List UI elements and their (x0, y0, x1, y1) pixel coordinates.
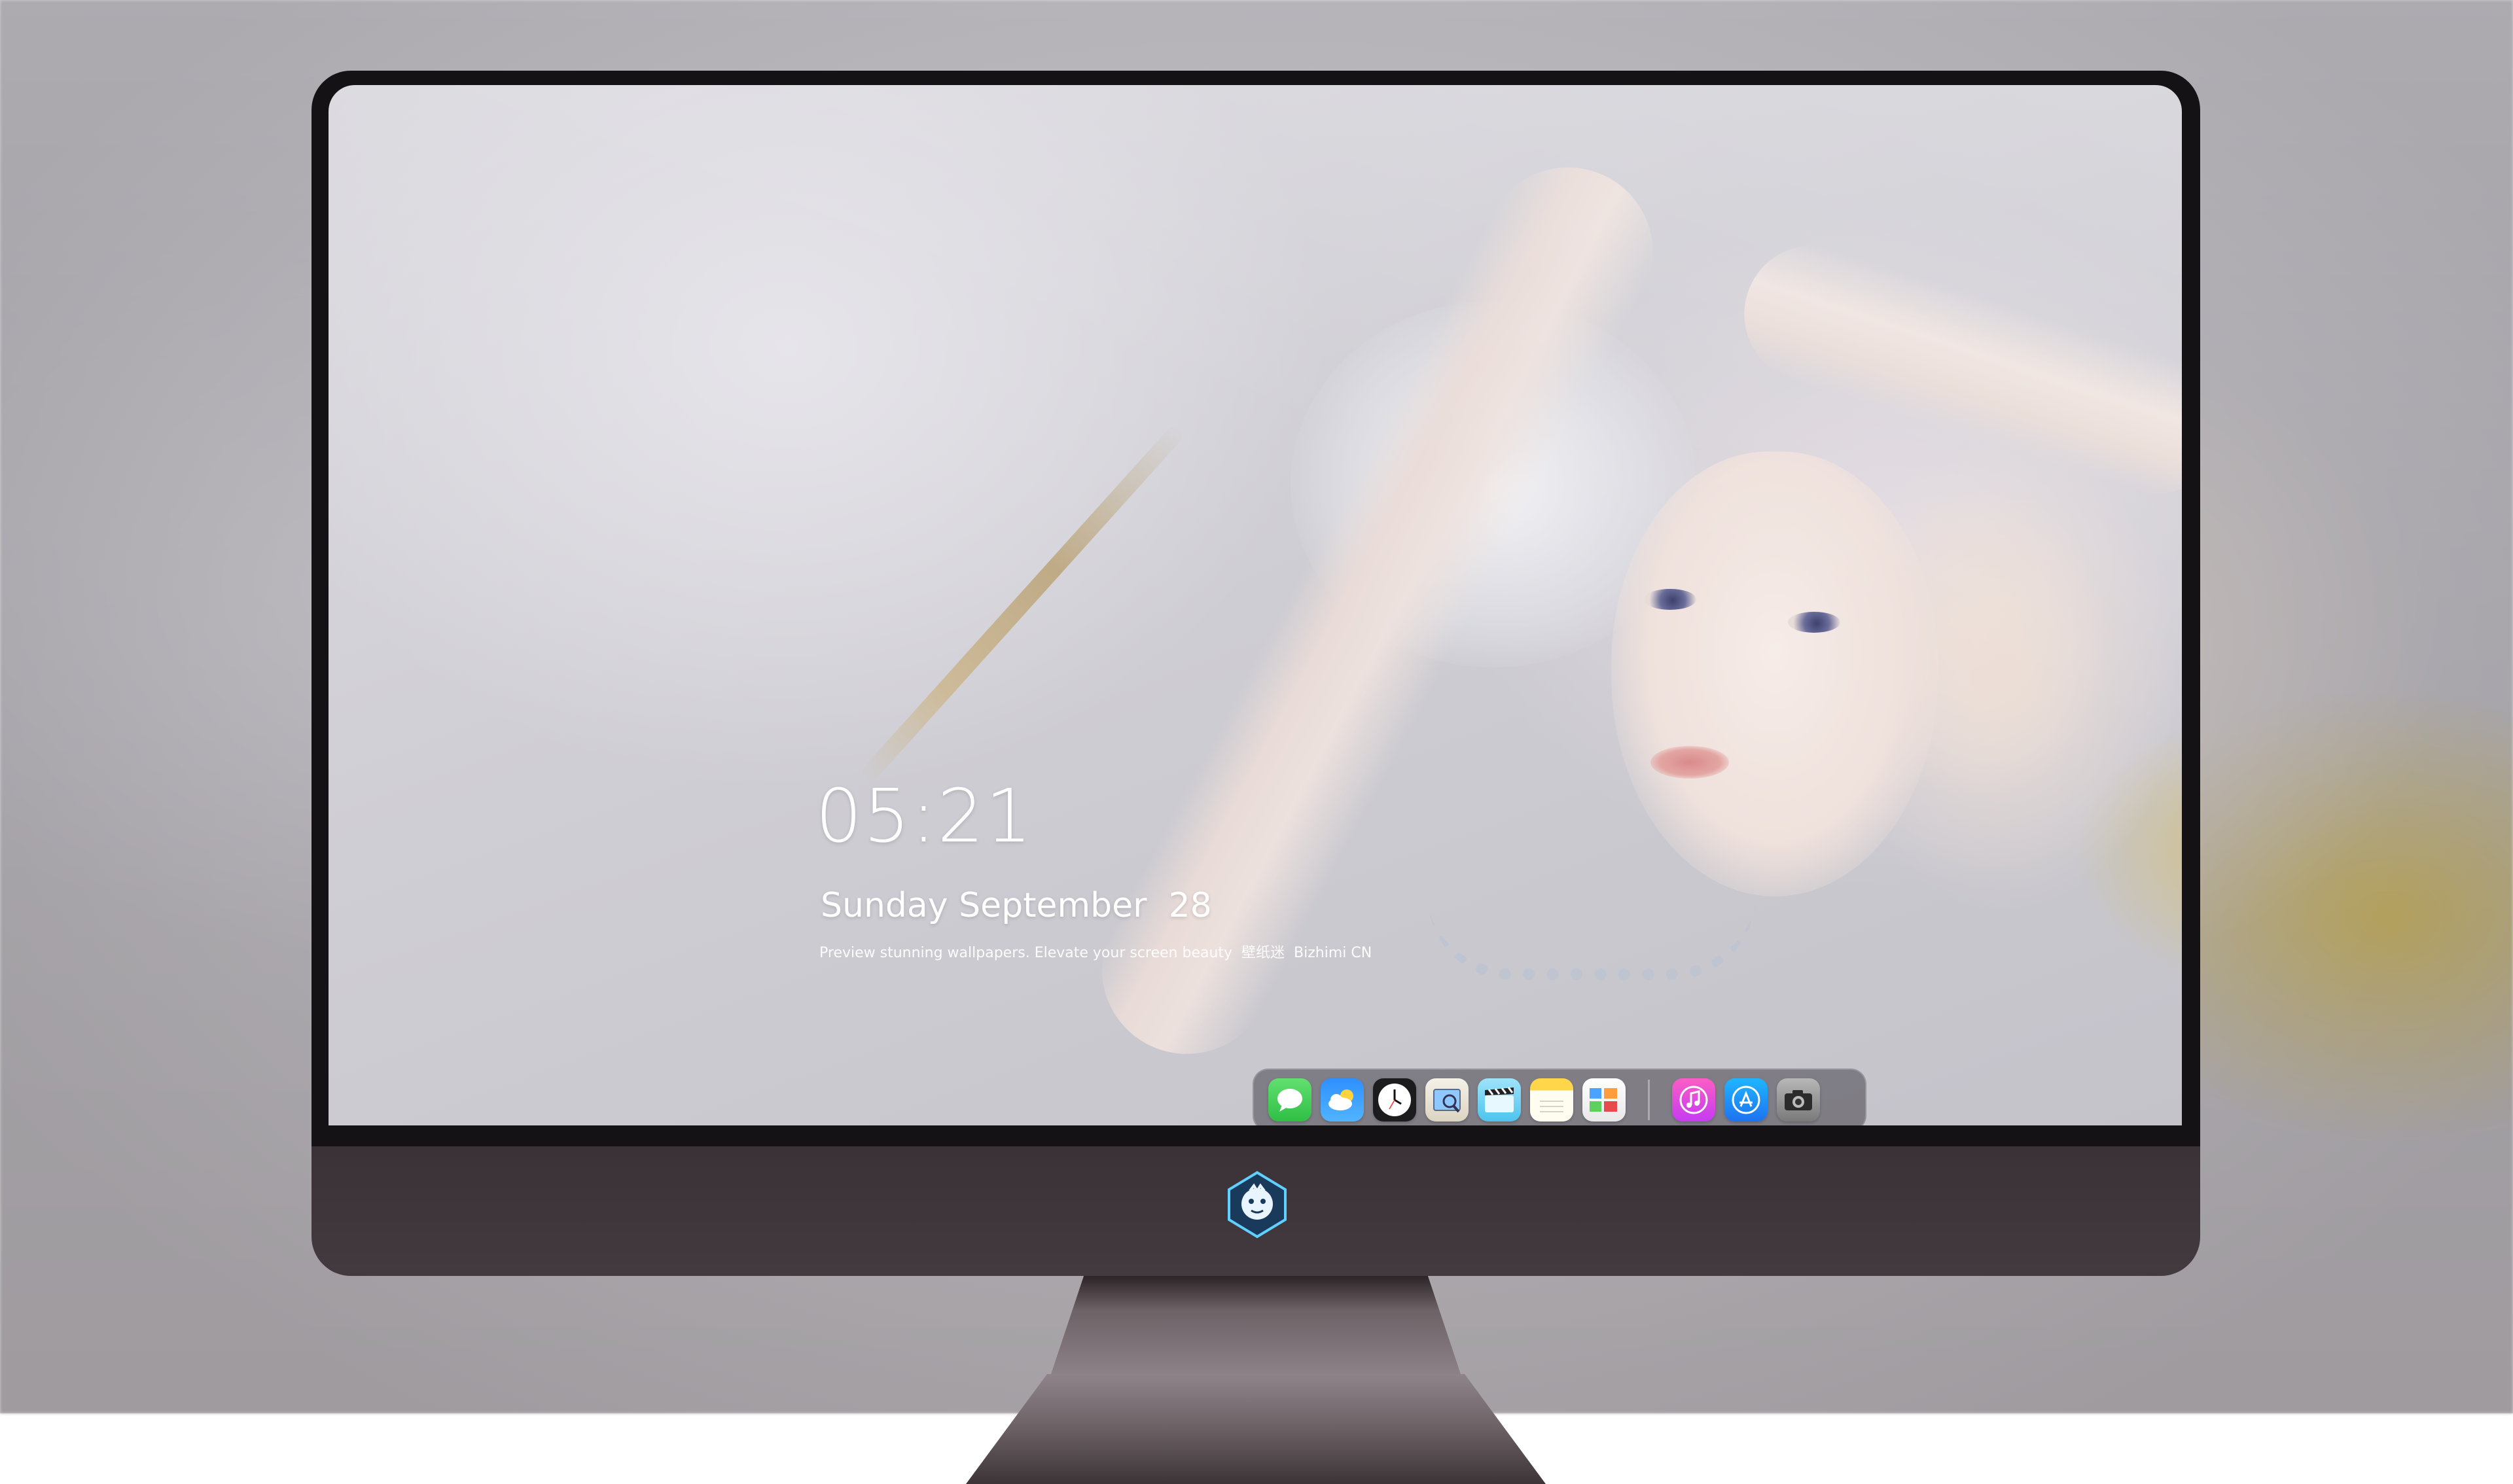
monitor-bezel: 05:21 Sunday September 28 Preview stunni… (312, 71, 2200, 1139)
notes-icon[interactable] (1530, 1078, 1573, 1122)
lock-time: 05:21 (815, 774, 1033, 859)
dock (1253, 1069, 1866, 1125)
monitor: 05:21 Sunday September 28 Preview stunni… (312, 71, 2200, 1484)
music-note-icon[interactable] (1672, 1078, 1715, 1122)
screen: 05:21 Sunday September 28 Preview stunni… (329, 85, 2182, 1125)
mascot-logo (1221, 1169, 1293, 1241)
clock-icon[interactable] (1373, 1078, 1416, 1122)
wallpaper-tagline: Preview stunning wallpapers. Elevate you… (819, 945, 1372, 961)
messages-icon[interactable] (1268, 1078, 1311, 1122)
lock-date: Sunday September 28 (821, 886, 1212, 925)
weather-icon[interactable] (1321, 1078, 1364, 1122)
photos-icon[interactable] (1582, 1078, 1626, 1122)
monitor-stand-base (966, 1374, 1546, 1484)
camera-icon[interactable] (1777, 1078, 1820, 1122)
preview-icon[interactable] (1425, 1078, 1469, 1122)
clapperboard-icon[interactable] (1478, 1078, 1521, 1122)
monitor-stand-neck (1051, 1276, 1461, 1374)
wallpaper-veil (329, 85, 2182, 1125)
app-store-icon[interactable] (1724, 1078, 1768, 1122)
dock-separator (1648, 1080, 1650, 1120)
